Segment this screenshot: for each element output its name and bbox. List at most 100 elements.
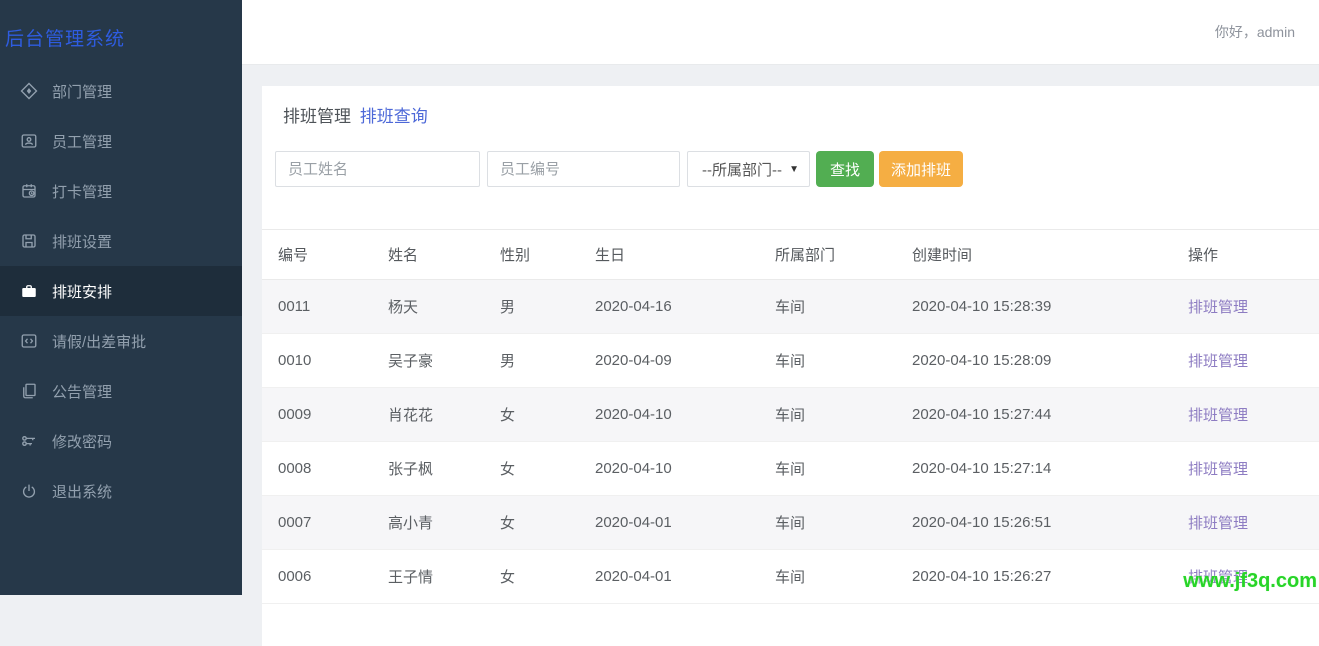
sidebar-item-8[interactable]: 退出系统 xyxy=(0,466,242,516)
cell-name: 王子情 xyxy=(372,550,484,604)
department-select-value: --所属部门-- xyxy=(702,159,782,180)
sidebar-item-label: 排班设置 xyxy=(52,231,112,252)
content-card: 排班管理 排班查询 --所属部门-- ▼ 查找 添加排班 编号 姓名 性别 xyxy=(262,86,1319,646)
code-square-icon xyxy=(20,332,38,350)
cell-actions: 排班管理 xyxy=(1172,496,1319,550)
user-card-icon xyxy=(20,132,38,150)
cell-department: 车间 xyxy=(759,550,896,604)
sidebar-item-label: 部门管理 xyxy=(52,81,112,102)
documents-icon xyxy=(20,382,38,400)
employee-name-input[interactable] xyxy=(275,151,480,187)
header-actions: 操作 xyxy=(1172,230,1319,280)
cell-birthday: 2020-04-01 xyxy=(579,550,759,604)
table-row: 0009肖花花女2020-04-10车间2020-04-10 15:27:44排… xyxy=(262,388,1319,442)
add-schedule-button[interactable]: 添加排班 xyxy=(879,151,963,187)
table-row: 0011杨天男2020-04-16车间2020-04-10 15:28:39排班… xyxy=(262,280,1319,334)
sidebar-menu: 部门管理员工管理打卡管理排班设置排班安排请假/出差审批公告管理修改密码退出系统 xyxy=(0,66,242,516)
schedule-manage-link[interactable]: 排班管理 xyxy=(1188,407,1248,424)
cell-birthday: 2020-04-10 xyxy=(579,442,759,496)
sidebar-item-label: 排班安排 xyxy=(52,281,112,302)
search-button[interactable]: 查找 xyxy=(816,151,874,187)
table-row: 0010吴子豪男2020-04-09车间2020-04-10 15:28:09排… xyxy=(262,334,1319,388)
table-row: 0008张子枫女2020-04-10车间2020-04-10 15:27:14排… xyxy=(262,442,1319,496)
cell-actions: 排班管理 xyxy=(1172,442,1319,496)
key-icon xyxy=(20,432,38,450)
sidebar-item-label: 员工管理 xyxy=(52,131,112,152)
cell-gender: 女 xyxy=(484,388,579,442)
cell-id: 0011 xyxy=(262,280,372,334)
header-birthday: 生日 xyxy=(579,230,759,280)
cell-gender: 女 xyxy=(484,442,579,496)
watermark: www.jf3q.com xyxy=(1183,570,1317,593)
sidebar-item-4[interactable]: 排班安排 xyxy=(0,266,242,316)
sidebar-item-label: 请假/出差审批 xyxy=(52,331,146,352)
breadcrumb-section: 排班管理 xyxy=(283,107,351,126)
sidebar-item-2[interactable]: 打卡管理 xyxy=(0,166,242,216)
cell-name: 杨天 xyxy=(372,280,484,334)
cell-gender: 男 xyxy=(484,280,579,334)
calendar-clock-icon xyxy=(20,182,38,200)
cell-gender: 女 xyxy=(484,496,579,550)
schedule-manage-link[interactable]: 排班管理 xyxy=(1188,299,1248,316)
breadcrumb: 排班管理 排班查询 xyxy=(262,86,1319,127)
department-select[interactable]: --所属部门-- ▼ xyxy=(687,151,810,187)
sidebar-item-7[interactable]: 修改密码 xyxy=(0,416,242,466)
header-name: 姓名 xyxy=(372,230,484,280)
cell-department: 车间 xyxy=(759,496,896,550)
header-created: 创建时间 xyxy=(896,230,1172,280)
cell-actions: 排班管理 xyxy=(1172,334,1319,388)
breadcrumb-page[interactable]: 排班查询 xyxy=(360,107,428,126)
cell-created: 2020-04-10 15:28:39 xyxy=(896,280,1172,334)
schedule-table: 编号 姓名 性别 生日 所属部门 创建时间 操作 0011杨天男2020-04-… xyxy=(262,229,1319,604)
schedule-manage-link[interactable]: 排班管理 xyxy=(1188,461,1248,478)
cell-created: 2020-04-10 15:27:44 xyxy=(896,388,1172,442)
cell-name: 吴子豪 xyxy=(372,334,484,388)
table-header-row: 编号 姓名 性别 生日 所属部门 创建时间 操作 xyxy=(262,230,1319,280)
sidebar-item-label: 退出系统 xyxy=(52,481,112,502)
table-row: 0007高小青女2020-04-01车间2020-04-10 15:26:51排… xyxy=(262,496,1319,550)
sidebar-item-3[interactable]: 排班设置 xyxy=(0,216,242,266)
employee-code-input[interactable] xyxy=(487,151,680,187)
sidebar-item-0[interactable]: 部门管理 xyxy=(0,66,242,116)
power-icon xyxy=(20,482,38,500)
greeting-text: 你好，admin xyxy=(1215,22,1295,42)
cell-id: 0009 xyxy=(262,388,372,442)
cell-created: 2020-04-10 15:26:51 xyxy=(896,496,1172,550)
briefcase-icon xyxy=(20,282,38,300)
sidebar-item-label: 修改密码 xyxy=(52,431,112,452)
sidebar-item-6[interactable]: 公告管理 xyxy=(0,366,242,416)
cell-department: 车间 xyxy=(759,334,896,388)
schedule-manage-link[interactable]: 排班管理 xyxy=(1188,353,1248,370)
cell-name: 张子枫 xyxy=(372,442,484,496)
cell-birthday: 2020-04-09 xyxy=(579,334,759,388)
cell-name: 高小青 xyxy=(372,496,484,550)
cell-id: 0010 xyxy=(262,334,372,388)
cell-actions: 排班管理 xyxy=(1172,280,1319,334)
cell-department: 车间 xyxy=(759,442,896,496)
sidebar-item-1[interactable]: 员工管理 xyxy=(0,116,242,166)
sidebar-item-label: 打卡管理 xyxy=(52,181,112,202)
cell-id: 0007 xyxy=(262,496,372,550)
cell-id: 0006 xyxy=(262,550,372,604)
cell-created: 2020-04-10 15:28:09 xyxy=(896,334,1172,388)
schedule-manage-link[interactable]: 排班管理 xyxy=(1188,515,1248,532)
sidebar-item-5[interactable]: 请假/出差审批 xyxy=(0,316,242,366)
header-id: 编号 xyxy=(262,230,372,280)
cell-created: 2020-04-10 15:26:27 xyxy=(896,550,1172,604)
cell-birthday: 2020-04-10 xyxy=(579,388,759,442)
cell-created: 2020-04-10 15:27:14 xyxy=(896,442,1172,496)
compass-icon xyxy=(20,82,38,100)
cell-department: 车间 xyxy=(759,280,896,334)
main-content: 排班管理 排班查询 --所属部门-- ▼ 查找 添加排班 编号 姓名 性别 xyxy=(242,66,1319,595)
chevron-down-icon: ▼ xyxy=(789,164,799,175)
table-row: 0006王子情女2020-04-01车间2020-04-10 15:26:27排… xyxy=(262,550,1319,604)
cell-actions: 排班管理 xyxy=(1172,388,1319,442)
cell-department: 车间 xyxy=(759,388,896,442)
sidebar: 后台管理系统 部门管理员工管理打卡管理排班设置排班安排请假/出差审批公告管理修改… xyxy=(0,0,242,595)
cell-gender: 女 xyxy=(484,550,579,604)
header-gender: 性别 xyxy=(484,230,579,280)
save-icon xyxy=(20,232,38,250)
app-title: 后台管理系统 xyxy=(0,0,242,51)
topbar: 你好，admin xyxy=(242,0,1319,65)
filter-bar: --所属部门-- ▼ 查找 添加排班 xyxy=(262,151,1319,187)
